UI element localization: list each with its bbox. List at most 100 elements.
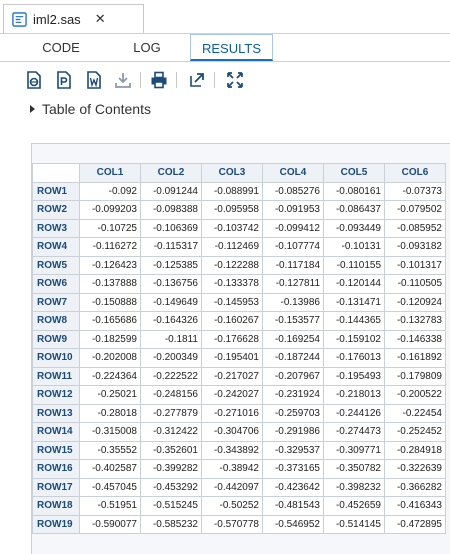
table-cell: -0.106369 — [140, 218, 202, 238]
table-cell: -0.585232 — [140, 514, 202, 534]
table-cell: -0.099203 — [79, 200, 141, 220]
table-cell: -0.514145 — [323, 514, 385, 534]
table-row: ROW15 -0.35552 -0.352601 -0.343892 -0.329537… — [32, 440, 446, 460]
rtf-download-icon[interactable] — [85, 71, 103, 89]
row-header: ROW15 — [32, 440, 80, 460]
table-cell: -0.231924 — [262, 385, 324, 405]
row-header: ROW5 — [32, 255, 80, 275]
table-row: ROW3 -0.10725 -0.106369 -0.103742 -0.099412-… — [32, 218, 446, 238]
new-window-icon[interactable] — [188, 71, 206, 89]
html-download-icon[interactable] — [25, 71, 43, 89]
table-cell: -0.453292 — [140, 477, 202, 497]
maximize-icon[interactable] — [226, 71, 244, 89]
row-header: ROW1 — [32, 181, 80, 201]
row-header: ROW16 — [32, 459, 80, 479]
table-cell: -0.515245 — [140, 496, 202, 516]
table-row: ROW9 -0.182599 -0.1811 -0.176628 -0.169254 -0… — [32, 329, 446, 349]
pdf-download-icon[interactable] — [55, 71, 73, 89]
sas-program-icon — [12, 11, 27, 27]
table-row: ROW13 -0.28018 -0.277879 -0.271016 -0.259703… — [32, 403, 446, 423]
toolbar-separator — [176, 72, 177, 88]
table-cell: -0.350782 — [323, 459, 385, 479]
header-row: COL1 COL2 COL3 COL4 COL5 COL6 — [32, 163, 446, 183]
table-cell: -0.146338 — [384, 329, 446, 349]
row-header: ROW11 — [32, 366, 80, 386]
table-cell: -0.150888 — [79, 292, 141, 312]
table-cell: -0.1811 — [140, 329, 202, 349]
table-cell: -0.51951 — [79, 496, 141, 516]
table-cell: -0.110155 — [323, 255, 385, 275]
table-row: ROW10 -0.202008 -0.200349 -0.195401 -0.18724… — [32, 348, 446, 368]
table-cell: -0.107774 — [262, 237, 324, 257]
print-icon[interactable] — [150, 71, 168, 89]
table-row: ROW11 -0.224364 -0.222522 -0.217027 -0.20796… — [32, 366, 446, 386]
table-cell: -0.304706 — [201, 422, 263, 442]
table-cell: -0.112469 — [201, 237, 263, 257]
table-cell: -0.165686 — [79, 311, 141, 331]
file-tab-iml2[interactable]: iml2.sas ✕ — [3, 4, 144, 33]
table-cell: -0.222522 — [140, 366, 202, 386]
close-tab-icon[interactable]: ✕ — [95, 11, 106, 27]
table-row: ROW16 -0.402587 -0.399282 -0.38942 -0.373165… — [32, 459, 446, 479]
table-cell: -0.086437 — [323, 200, 385, 220]
toc-label: Table of Contents — [42, 101, 151, 117]
table-cell: -0.274473 — [323, 422, 385, 442]
table-cell: -0.218013 — [323, 385, 385, 405]
row-header: ROW13 — [32, 403, 80, 423]
table-cell: -0.159102 — [323, 329, 385, 349]
table-row: ROW18 -0.51951 -0.515245 -0.50252 -0.481543-… — [32, 496, 446, 516]
row-header: ROW10 — [32, 348, 80, 368]
table-cell: -0.161892 — [384, 348, 446, 368]
table-cell: -0.187244 — [262, 348, 324, 368]
table-cell: -0.481543 — [262, 496, 324, 516]
table-cell: -0.079502 — [384, 200, 446, 220]
results-toolbar — [0, 62, 450, 98]
table-cell: -0.207967 — [262, 366, 324, 386]
tab-code[interactable]: CODE — [22, 34, 100, 61]
table-cell: -0.182599 — [79, 329, 141, 349]
download-icon[interactable] — [114, 71, 132, 89]
corner-cell — [32, 163, 80, 183]
col-header: COL1 — [79, 163, 141, 183]
table-cell: -0.136756 — [140, 274, 202, 294]
row-header: ROW6 — [32, 274, 80, 294]
table-cell: -0.259703 — [262, 403, 324, 423]
table-cell: -0.115317 — [140, 237, 202, 257]
table-row: ROW19 -0.590077 -0.585232 -0.570778 -0.54695… — [32, 514, 446, 534]
table-cell: -0.546952 — [262, 514, 324, 534]
table-cell: -0.200349 — [140, 348, 202, 368]
table-row: ROW14 -0.315008 -0.312422 -0.304706 -0.29198… — [32, 422, 446, 442]
table-cell: -0.120924 — [384, 292, 446, 312]
table-cell: -0.312422 — [140, 422, 202, 442]
table-cell: -0.127811 — [262, 274, 324, 294]
col-header: COL6 — [384, 163, 446, 183]
table-cell: -0.160267 — [201, 311, 263, 331]
table-cell: -0.315008 — [79, 422, 141, 442]
table-cell: -0.352601 — [140, 440, 202, 460]
table-cell: -0.217027 — [201, 366, 263, 386]
table-cell: -0.322639 — [384, 459, 446, 479]
table-cell: -0.398232 — [323, 477, 385, 497]
table-row: ROW6 -0.137888 -0.136756 -0.133378 -0.127811… — [32, 274, 446, 294]
tab-results[interactable]: RESULTS — [190, 34, 273, 61]
table-cell: -0.091953 — [262, 200, 324, 220]
table-cell: -0.452659 — [323, 496, 385, 516]
col-header: COL2 — [140, 163, 202, 183]
editor-tab-bar: iml2.sas ✕ — [0, 0, 450, 33]
table-cell: -0.153577 — [262, 311, 324, 331]
row-header: ROW14 — [32, 422, 80, 442]
tab-log[interactable]: LOG — [108, 34, 186, 61]
table-row: ROW17 -0.457045 -0.453292 -0.442097 -0.42364… — [32, 477, 446, 497]
table-cell: -0.176628 — [201, 329, 263, 349]
table-row: ROW4 -0.116272 -0.115317 -0.112469 -0.107774… — [32, 237, 446, 257]
table-cell: -0.122288 — [201, 255, 263, 275]
table-cell: -0.120144 — [323, 274, 385, 294]
view-tabs: CODE LOG RESULTS — [0, 33, 450, 62]
table-cell: -0.132783 — [384, 311, 446, 331]
table-cell: -0.242027 — [201, 385, 263, 405]
table-body: ROW1 -0.092 -0.091244 -0.088991 -0.085276 -0.… — [32, 181, 446, 534]
table-cell: -0.098388 — [140, 200, 202, 220]
row-header: ROW4 — [32, 237, 80, 257]
table-cell: -0.423642 — [262, 477, 324, 497]
table-of-contents-toggle[interactable]: Table of Contents — [30, 101, 151, 117]
